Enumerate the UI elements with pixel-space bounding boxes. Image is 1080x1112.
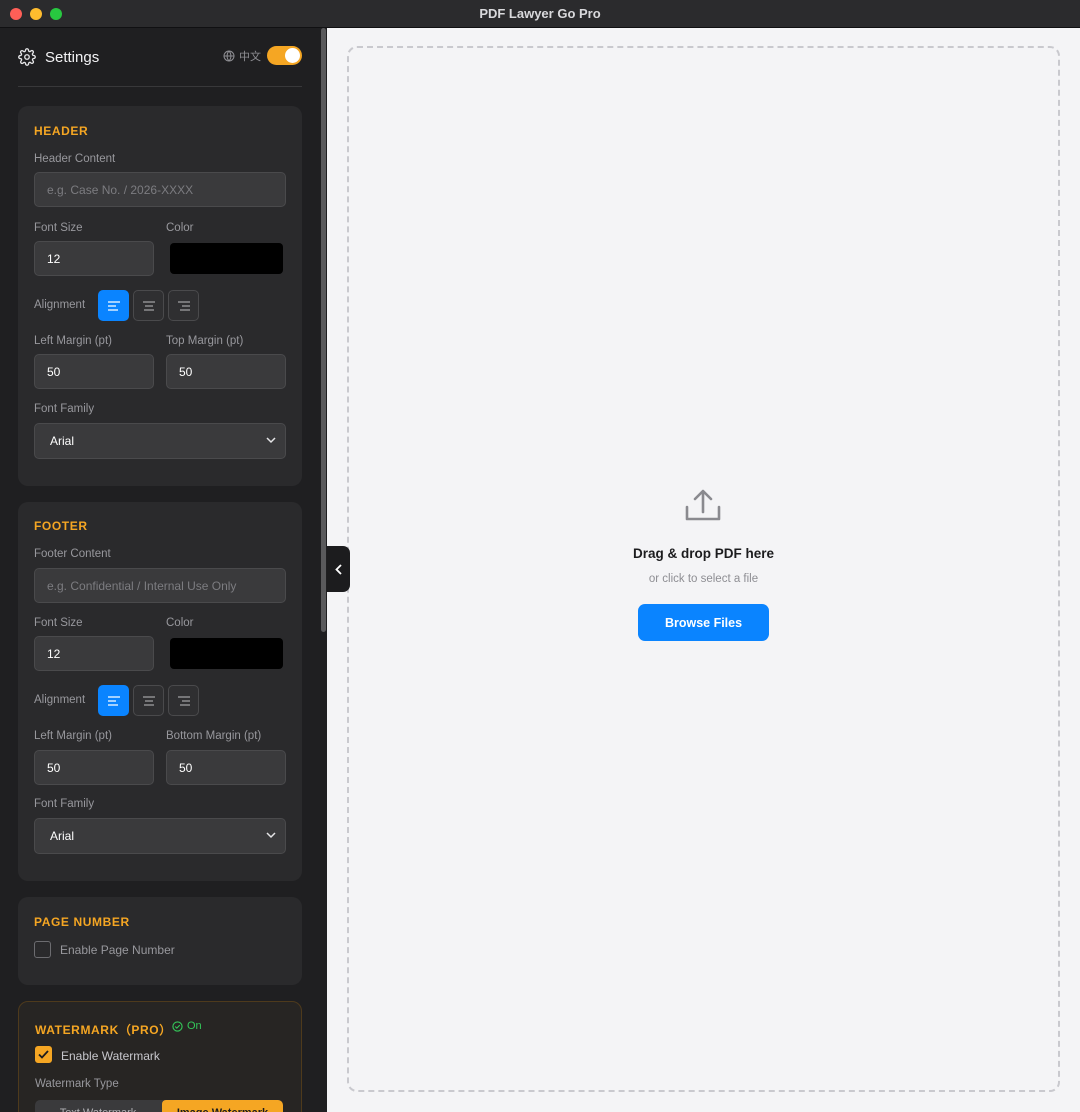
footer-align-right-button[interactable] bbox=[168, 685, 199, 716]
header-font-size-input[interactable]: 12 bbox=[34, 241, 154, 276]
align-left-icon bbox=[107, 695, 120, 706]
watermark-type-segmented-control: Text Watermark Image Watermark bbox=[35, 1100, 283, 1112]
footer-section-title: FOOTER bbox=[34, 519, 88, 533]
gear-icon bbox=[18, 48, 36, 66]
page-number-section-title: PAGE NUMBER bbox=[34, 915, 130, 929]
footer-left-margin-input[interactable]: 50 bbox=[34, 750, 154, 785]
header-align-left-button[interactable] bbox=[98, 290, 129, 321]
footer-settings-card: FOOTER Footer Content e.g. Confidential … bbox=[18, 502, 302, 881]
header-font-family-value: Arial bbox=[50, 434, 75, 448]
footer-content-label: Footer Content bbox=[34, 548, 111, 560]
header-top-margin-input[interactable]: 50 bbox=[166, 354, 286, 389]
header-align-center-button[interactable] bbox=[133, 290, 164, 321]
chevron-left-icon bbox=[335, 563, 342, 575]
header-font-family-select[interactable]: Arial bbox=[34, 423, 286, 459]
header-alignment-label: Alignment bbox=[34, 299, 86, 311]
align-left-icon bbox=[107, 300, 120, 311]
footer-align-left-button[interactable] bbox=[98, 685, 129, 716]
enable-watermark-checkbox[interactable] bbox=[35, 1046, 52, 1063]
window-controls bbox=[10, 8, 62, 20]
header-margin2-label: Top Margin (pt) bbox=[166, 335, 244, 347]
settings-sidebar: Settings 中文 HEADER Header Content e.g. C… bbox=[0, 28, 320, 1112]
header-color-label: Color bbox=[166, 222, 194, 234]
header-left-margin-input[interactable]: 50 bbox=[34, 354, 154, 389]
watermark-type-label: Watermark Type bbox=[35, 1078, 119, 1090]
header-content-label: Header Content bbox=[34, 153, 116, 165]
sidebar-divider bbox=[18, 86, 302, 87]
collapse-sidebar-button[interactable] bbox=[327, 546, 350, 592]
footer-font-size-input[interactable]: 12 bbox=[34, 636, 154, 671]
sidebar-header: Settings 中文 bbox=[18, 42, 302, 72]
header-color-picker[interactable] bbox=[170, 243, 283, 274]
watermark-section-title: WATERMARK（PRO） bbox=[35, 1023, 172, 1037]
align-center-icon bbox=[142, 695, 155, 706]
upload-icon bbox=[685, 489, 721, 521]
language-label: 中文 bbox=[239, 50, 261, 63]
footer-color-picker[interactable] bbox=[170, 638, 283, 669]
main-content: Drag & drop PDF here or click to select … bbox=[327, 28, 1080, 1112]
dropzone-title: Drag & drop PDF here bbox=[632, 546, 775, 561]
watermark-status-text: On bbox=[187, 1020, 202, 1032]
footer-bottom-margin-input[interactable]: 50 bbox=[166, 750, 286, 785]
text-watermark-option[interactable]: Text Watermark bbox=[35, 1100, 161, 1112]
footer-alignment-label: Alignment bbox=[34, 694, 86, 706]
footer-font-family-value: Arial bbox=[50, 829, 75, 843]
browse-files-button[interactable]: Browse Files bbox=[638, 604, 769, 641]
footer-margin1-label: Left Margin (pt) bbox=[34, 730, 112, 742]
chevron-down-icon bbox=[266, 437, 276, 444]
footer-font-family-select[interactable]: Arial bbox=[34, 818, 286, 854]
align-right-icon bbox=[177, 695, 190, 706]
footer-color-label: Color bbox=[166, 617, 194, 629]
minimize-window-button[interactable] bbox=[30, 8, 42, 20]
header-font-family-label: Font Family bbox=[34, 403, 95, 415]
header-margin1-label: Left Margin (pt) bbox=[34, 335, 112, 347]
language-toggle[interactable] bbox=[267, 46, 302, 65]
sidebar-scrollbar[interactable] bbox=[320, 28, 327, 1112]
header-settings-card: HEADER Header Content e.g. Case No. / 20… bbox=[18, 106, 302, 486]
window-title: PDF Lawyer Go Pro bbox=[479, 6, 601, 21]
sidebar-scroll-thumb[interactable] bbox=[321, 28, 326, 632]
footer-margin2-label: Bottom Margin (pt) bbox=[166, 730, 262, 742]
footer-content-input[interactable]: e.g. Confidential / Internal Use Only bbox=[34, 568, 286, 603]
close-window-button[interactable] bbox=[10, 8, 22, 20]
sidebar-title: Settings bbox=[45, 48, 100, 66]
header-align-right-button[interactable] bbox=[168, 290, 199, 321]
enable-page-number-label: Enable Page Number bbox=[60, 943, 175, 957]
footer-font-size-label: Font Size bbox=[34, 617, 83, 629]
watermark-status: On bbox=[172, 1020, 202, 1032]
dropzone-subtitle: or click to select a file bbox=[648, 573, 759, 585]
checkmark-icon bbox=[38, 1050, 49, 1059]
header-content-input[interactable]: e.g. Case No. / 2026-XXXX bbox=[34, 172, 286, 207]
globe-icon bbox=[223, 50, 235, 61]
footer-align-center-button[interactable] bbox=[133, 685, 164, 716]
pdf-dropzone[interactable] bbox=[347, 46, 1060, 1092]
align-right-icon bbox=[177, 300, 190, 311]
chevron-down-icon bbox=[266, 832, 276, 839]
maximize-window-button[interactable] bbox=[50, 8, 62, 20]
page-number-card: PAGE NUMBER Enable Page Number bbox=[18, 897, 302, 985]
image-watermark-option[interactable]: Image Watermark bbox=[162, 1100, 283, 1112]
header-font-size-label: Font Size bbox=[34, 222, 83, 234]
watermark-card: WATERMARK（PRO） On Enable Watermark Water… bbox=[18, 1001, 302, 1112]
align-center-icon bbox=[142, 300, 155, 311]
enable-page-number-checkbox[interactable] bbox=[34, 941, 51, 958]
language-switcher: 中文 bbox=[223, 46, 302, 65]
enable-watermark-label: Enable Watermark bbox=[61, 1049, 160, 1063]
header-section-title: HEADER bbox=[34, 124, 89, 138]
footer-font-family-label: Font Family bbox=[34, 798, 95, 810]
window-titlebar: PDF Lawyer Go Pro bbox=[0, 0, 1080, 28]
check-circle-icon bbox=[172, 1020, 183, 1032]
